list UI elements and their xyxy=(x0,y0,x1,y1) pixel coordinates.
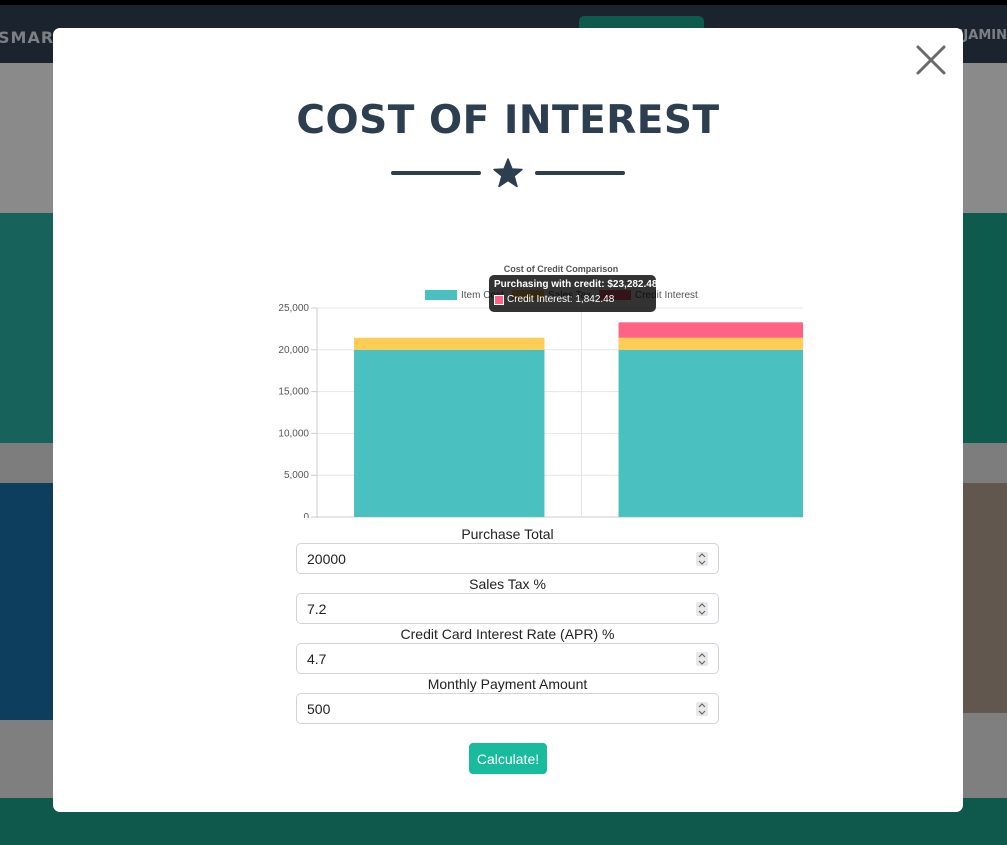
sales-tax-input[interactable] xyxy=(297,594,718,623)
spinner-icon[interactable] xyxy=(696,652,708,666)
divider-line xyxy=(535,171,625,175)
monthly-payment-input[interactable] xyxy=(297,694,718,723)
purchase-total-input[interactable] xyxy=(297,544,718,573)
monthly-payment-label: Monthly Payment Amount xyxy=(427,676,588,692)
y-tick-label: 5,000 xyxy=(284,470,309,481)
interest-rate-label: Credit Card Interest Rate (APR) % xyxy=(400,626,615,642)
star-icon xyxy=(493,158,523,188)
legend-swatch xyxy=(425,290,457,300)
y-tick-label: 25,000 xyxy=(278,303,309,314)
tooltip-swatch xyxy=(494,294,504,305)
chart-title: Cost of Credit Comparison xyxy=(504,264,619,274)
modal-title: COST OF INTEREST xyxy=(296,98,720,143)
chart-tooltip: Purchasing with credit: $23,282.48 Credi… xyxy=(489,275,658,312)
divider-line xyxy=(391,171,481,175)
y-tick-label: 15,000 xyxy=(278,387,309,398)
cost-of-interest-modal: COST OF INTEREST Cost of Credit Comparis… xyxy=(53,28,963,812)
y-tick-label: 20,000 xyxy=(278,345,309,356)
sales-tax-label: Sales Tax % xyxy=(469,576,546,592)
bar-segment xyxy=(618,349,803,517)
bar-segment xyxy=(618,322,803,338)
monthly-payment-field[interactable] xyxy=(296,693,719,724)
bg-card xyxy=(0,213,60,443)
calculator-form: Purchase Total Sales Tax % Credit Card I… xyxy=(296,525,719,725)
purchase-total-field[interactable] xyxy=(296,543,719,574)
purchase-total-label: Purchase Total xyxy=(461,526,554,542)
bg-card xyxy=(0,483,60,720)
y-tick-label: 0 xyxy=(303,512,309,518)
interest-rate-field[interactable] xyxy=(296,643,719,674)
tooltip-title: Purchasing with credit: $23,282.48 xyxy=(494,279,658,290)
close-icon xyxy=(916,45,946,75)
interest-rate-input[interactable] xyxy=(297,644,718,673)
spinner-icon[interactable] xyxy=(696,602,708,616)
bar-segment xyxy=(354,337,545,350)
sales-tax-field[interactable] xyxy=(296,593,719,624)
tooltip-label: Credit Interest: 1,842.48 xyxy=(507,294,615,305)
tooltip-body: Credit Interest: 1,842.48 xyxy=(494,294,651,305)
bar-segment xyxy=(618,337,803,350)
spinner-icon[interactable] xyxy=(696,552,708,566)
calculate-button[interactable]: Calculate! xyxy=(469,743,547,774)
chart-canvas: Cost of Credit ComparisonItem CostSales … xyxy=(278,264,803,518)
spinner-icon[interactable] xyxy=(696,702,708,716)
bar-segment xyxy=(354,349,545,517)
close-button[interactable] xyxy=(913,42,949,78)
y-tick-label: 10,000 xyxy=(278,428,309,439)
cost-of-credit-chart: Cost of Credit ComparisonItem CostSales … xyxy=(213,228,803,518)
title-divider xyxy=(391,158,625,188)
